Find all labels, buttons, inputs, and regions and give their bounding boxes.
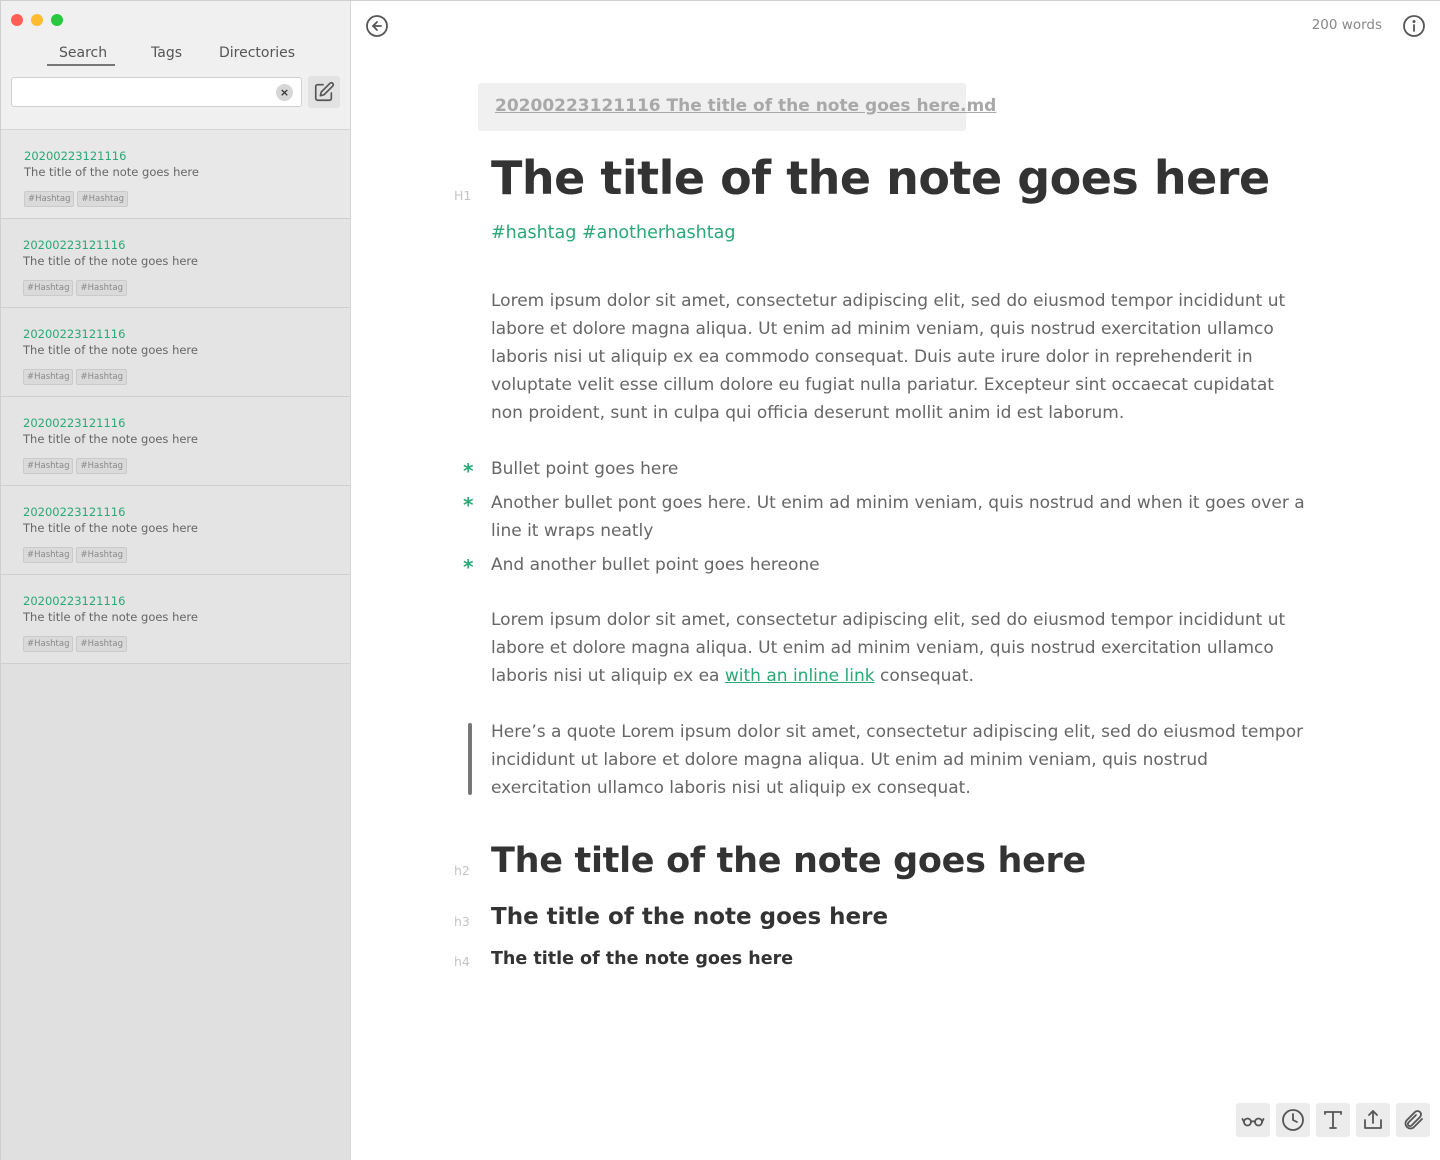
note-title: The title of the note goes here — [24, 165, 199, 179]
note-id: 20200223121116 — [23, 594, 126, 608]
editor-pane: 200 words 20200223121116 The title of th… — [351, 1, 1440, 1160]
tag-chip[interactable]: #Hashtag — [76, 458, 127, 474]
back-button[interactable] — [365, 14, 389, 38]
attach-button[interactable] — [1396, 1103, 1430, 1137]
note-tags: #Hashtag #Hashtag — [23, 631, 130, 652]
search-box: × — [11, 77, 302, 107]
note-tags: #Hashtag #Hashtag — [23, 453, 130, 474]
h1-marker: H1 — [454, 188, 472, 203]
tag-chip[interactable]: #Hashtag — [23, 369, 74, 385]
new-note-button[interactable] — [308, 76, 340, 108]
info-icon — [1403, 15, 1425, 37]
note-tags: #Hashtag #Hashtag — [23, 275, 130, 296]
note-title: The title of the note goes here — [23, 610, 198, 624]
note-id: 20200223121116 — [23, 505, 126, 519]
text-format-button[interactable] — [1316, 1103, 1350, 1137]
app-window: Search Tags Directories × 20200223121116… — [0, 0, 1440, 1160]
filename-box: 20200223121116 The title of the note goe… — [478, 83, 996, 131]
paragraph-2[interactable]: Lorem ipsum dolor sit amet, consectetur … — [491, 606, 1311, 690]
minimize-window-button[interactable] — [31, 14, 43, 26]
back-arrow-icon — [366, 15, 388, 37]
active-tab-indicator — [47, 64, 115, 66]
note-list: 20200223121116 The title of the note goes… — [1, 130, 350, 664]
blockquote-text[interactable]: Here’s a quote Lorem ipsum dolor sit ame… — [491, 718, 1311, 802]
note-heading-1[interactable]: The title of the note goes here — [491, 151, 1270, 205]
sidebar: Search Tags Directories × 20200223121116… — [1, 1, 351, 1160]
note-list-item[interactable]: 20200223121116 The title of the note goes… — [1, 397, 350, 486]
note-hashtags[interactable]: #hashtag #anotherhashtag — [491, 223, 735, 243]
note-tags: #Hashtag #Hashtag — [24, 186, 131, 207]
h4-marker: h4 — [454, 954, 470, 969]
clear-search-button[interactable]: × — [276, 84, 293, 101]
share-icon — [1364, 1110, 1382, 1129]
tag-chip[interactable]: #Hashtag — [24, 191, 75, 207]
paragraph-2-text-end: consequat. — [874, 666, 974, 686]
note-list-item[interactable]: 20200223121116 The title of the note goes… — [1, 130, 350, 219]
inline-link[interactable]: with an inline link — [725, 666, 875, 686]
compose-icon — [314, 81, 335, 102]
note-title: The title of the note goes here — [23, 254, 198, 268]
bullet-item-3[interactable]: And another bullet point goes hereone — [491, 551, 1311, 579]
clock-icon — [1282, 1109, 1304, 1131]
tag-chip[interactable]: #Hashtag — [76, 369, 127, 385]
note-list-item[interactable]: 20200223121116 The title of the note goes… — [1, 575, 350, 664]
sidebar-header: Search Tags Directories × — [1, 1, 350, 130]
tag-chip[interactable]: #Hashtag — [23, 458, 74, 474]
note-heading-3[interactable]: The title of the note goes here — [491, 904, 888, 930]
tab-search[interactable]: Search — [59, 45, 107, 61]
close-window-button[interactable] — [11, 14, 23, 26]
bullet-marker: * — [463, 459, 474, 483]
note-title: The title of the note goes here — [23, 521, 198, 535]
note-title: The title of the note goes here — [23, 432, 198, 446]
history-button[interactable] — [1276, 1103, 1310, 1137]
bullet-marker: * — [463, 493, 474, 517]
tag-chip[interactable]: #Hashtag — [76, 547, 127, 563]
preview-button[interactable] — [1236, 1103, 1270, 1137]
text-format-icon — [1324, 1111, 1342, 1129]
sidebar-tabs: Search Tags Directories — [1, 45, 350, 69]
note-heading-4[interactable]: The title of the note goes here — [491, 949, 793, 969]
note-list-item[interactable]: 20200223121116 The title of the note goes… — [1, 308, 350, 397]
note-list-item[interactable]: 20200223121116 The title of the note goes… — [1, 219, 350, 308]
tag-chip[interactable]: #Hashtag — [23, 280, 74, 296]
note-tags: #Hashtag #Hashtag — [23, 364, 130, 385]
note-tags: #Hashtag #Hashtag — [23, 542, 130, 563]
tag-chip[interactable]: #Hashtag — [77, 191, 128, 207]
tab-directories[interactable]: Directories — [219, 45, 295, 61]
maximize-window-button[interactable] — [51, 14, 63, 26]
tab-tags[interactable]: Tags — [151, 45, 182, 61]
share-button[interactable] — [1356, 1103, 1390, 1137]
note-heading-2[interactable]: The title of the note goes here — [491, 841, 1086, 881]
glasses-icon — [1241, 1117, 1265, 1127]
h3-marker: h3 — [454, 914, 470, 929]
note-id: 20200223121116 — [23, 416, 126, 430]
tag-chip[interactable]: #Hashtag — [76, 636, 127, 652]
tag-chip[interactable]: #Hashtag — [76, 280, 127, 296]
note-title: The title of the note goes here — [23, 343, 198, 357]
note-id: 20200223121116 — [24, 149, 127, 163]
tag-chip[interactable]: #Hashtag — [23, 636, 74, 652]
search-input[interactable] — [12, 78, 262, 106]
tag-chip[interactable]: #Hashtag — [23, 547, 74, 563]
info-button[interactable] — [1402, 14, 1426, 38]
note-id: 20200223121116 — [23, 238, 126, 252]
blockquote-bar — [468, 723, 472, 795]
h2-marker: h2 — [454, 863, 470, 878]
filename-link[interactable]: 20200223121116 The title of the note goe… — [495, 96, 996, 116]
bullet-marker: * — [463, 555, 474, 579]
word-count: 200 words — [1311, 17, 1382, 33]
paperclip-icon — [1404, 1110, 1423, 1130]
bullet-item-2[interactable]: Another bullet pont goes here. Ut enim a… — [491, 489, 1311, 545]
paragraph-1[interactable]: Lorem ipsum dolor sit amet, consectetur … — [491, 287, 1311, 427]
note-list-item[interactable]: 20200223121116 The title of the note goes… — [1, 486, 350, 575]
note-id: 20200223121116 — [23, 327, 126, 341]
bullet-item-1[interactable]: Bullet point goes here — [491, 455, 1311, 483]
